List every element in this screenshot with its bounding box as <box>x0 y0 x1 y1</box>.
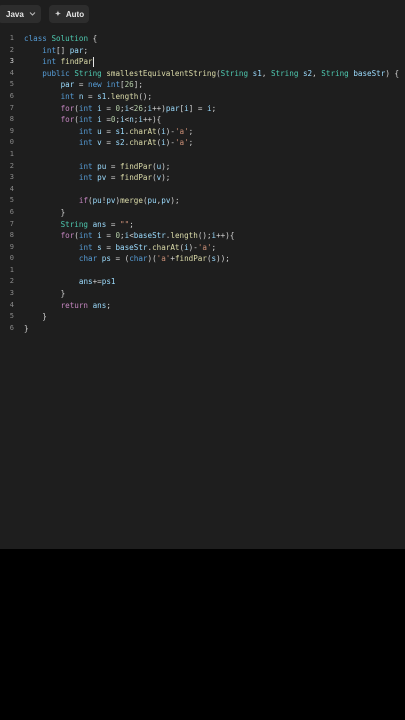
code-text: for(int i = 0;i<26;i++)par[i] = i; <box>60 103 217 113</box>
line-number: 7 <box>9 103 14 112</box>
code-line[interactable]: 6} <box>0 323 405 335</box>
line-number: 1 <box>9 149 14 158</box>
line-number: 9 <box>9 242 14 251</box>
line-number: 4 <box>9 184 14 193</box>
chevron-down-icon <box>29 8 36 22</box>
auto-label: Auto <box>65 9 85 19</box>
line-number: 9 <box>9 126 14 135</box>
line-number: 4 <box>9 300 14 309</box>
text-cursor <box>92 57 94 68</box>
line-number: 3 <box>9 173 14 182</box>
code-text: ans+=ps1 <box>78 277 116 287</box>
code-line[interactable]: 9 int u = s1.charAt(i)-'a'; <box>0 126 405 138</box>
line-number: 3 <box>9 57 14 66</box>
code-line[interactable]: 6 } <box>0 207 405 219</box>
line-number: 5 <box>9 312 14 321</box>
code-text: int pu = findPar(u); <box>78 161 171 171</box>
code-line[interactable]: 2 ans+=ps1 <box>0 276 405 288</box>
code-line[interactable]: 8 for(int i = 0;i<baseStr.length();i++){ <box>0 230 405 242</box>
code-text: for(int i =0;i<n;i++){ <box>60 115 162 125</box>
code-line[interactable]: 2 int pu = findPar(u); <box>0 161 405 173</box>
code-line[interactable]: 2 int[] par; <box>0 45 405 57</box>
code-text: par = new int[26]; <box>60 80 143 90</box>
code-text: char ps = (char)('a'+findPar(s)); <box>78 254 230 264</box>
code-text: int findPar <box>42 57 94 68</box>
code-line[interactable]: 0 char ps = (char)('a'+findPar(s)); <box>0 253 405 265</box>
line-number: 0 <box>9 138 14 147</box>
empty-bottom-area <box>0 549 405 720</box>
line-number: 4 <box>9 68 14 77</box>
code-text: } <box>24 289 66 299</box>
sparkle-icon: ✦ <box>55 11 61 18</box>
line-number: 7 <box>9 219 14 228</box>
code-text: int n = s1.length(); <box>60 91 153 101</box>
code-line[interactable]: 7 String ans = ""; <box>0 219 405 231</box>
line-number: 2 <box>9 45 14 54</box>
code-area[interactable]: 1 class Solution {2 int[] par; 3 int findP… <box>0 33 405 334</box>
code-line[interactable]: 1 <box>0 149 405 161</box>
code-line[interactable]: 4 return ans; <box>0 300 405 312</box>
code-text: int[] par; <box>42 45 89 55</box>
code-text: String ans = ""; <box>60 219 134 229</box>
editor-toolbar: Java ✦ Auto <box>0 0 405 28</box>
code-text: } <box>24 312 47 322</box>
code-text: for(int i = 0;i<baseStr.length();i++){ <box>60 231 235 241</box>
line-number: 3 <box>9 289 14 298</box>
line-number: 6 <box>9 91 14 100</box>
language-label: Java <box>6 9 24 19</box>
code-line[interactable]: 3 } <box>0 288 405 300</box>
code-text: return ans; <box>60 300 111 310</box>
code-line[interactable]: 3 int findPar <box>0 56 405 68</box>
line-number: 1 <box>9 34 14 42</box>
code-line[interactable]: 4 <box>0 184 405 196</box>
code-line[interactable]: 5 par = new int[26]; <box>0 79 405 91</box>
code-line[interactable]: 0 int v = s2.charAt(i)-'a'; <box>0 137 405 149</box>
code-line[interactable]: 5 if(pu!pv)merge(pu,pv); <box>0 195 405 207</box>
line-number: 8 <box>9 115 14 124</box>
line-number: 2 <box>9 161 14 170</box>
line-number: 1 <box>9 265 14 274</box>
line-number: 6 <box>9 207 14 216</box>
line-number: 5 <box>9 196 14 205</box>
code-text: } <box>24 207 66 217</box>
line-number: 0 <box>9 254 14 263</box>
code-line[interactable]: 5 } <box>0 311 405 323</box>
code-text: int s = baseStr.charAt(i)-'a'; <box>78 242 217 252</box>
auto-format-button[interactable]: ✦ Auto <box>49 5 89 23</box>
code-line[interactable]: 4 public String smallestEquivalentString… <box>0 68 405 80</box>
line-number: 8 <box>9 231 14 240</box>
code-line[interactable]: 1 <box>0 265 405 277</box>
line-number: 2 <box>9 277 14 286</box>
code-text: int v = s2.charAt(i)-'a'; <box>78 138 194 148</box>
code-line[interactable]: 3 int pv = findPar(v); <box>0 172 405 184</box>
code-line[interactable]: 8 for(int i =0;i<n;i++){ <box>0 114 405 126</box>
language-select[interactable]: Java <box>0 5 41 23</box>
line-number: 6 <box>9 323 14 332</box>
code-text: } <box>24 323 29 333</box>
code-editor[interactable]: Java ✦ Auto 1 class Solution { 2 int[] par… <box>0 0 405 549</box>
code-text: if(pu!pv)merge(pu,pv); <box>78 196 180 206</box>
code-line[interactable]: 1 class Solution { <box>0 33 405 45</box>
line-number: 5 <box>9 80 14 89</box>
code-line[interactable]: 6 int n = s1.length(); <box>0 91 405 103</box>
code-text: int u = s1.charAt(i)-'a'; <box>78 126 194 136</box>
code-line[interactable]: 7 for(int i = 0;i<26;i++)par[i] = i; <box>0 103 405 115</box>
code-text: class Solution { <box>24 34 98 43</box>
code-text: public String smallestEquivalentString(S… <box>42 68 400 78</box>
code-line[interactable]: 9 int s = baseStr.charAt(i)-'a'; <box>0 242 405 254</box>
code-text: int pv = findPar(v); <box>78 173 171 183</box>
